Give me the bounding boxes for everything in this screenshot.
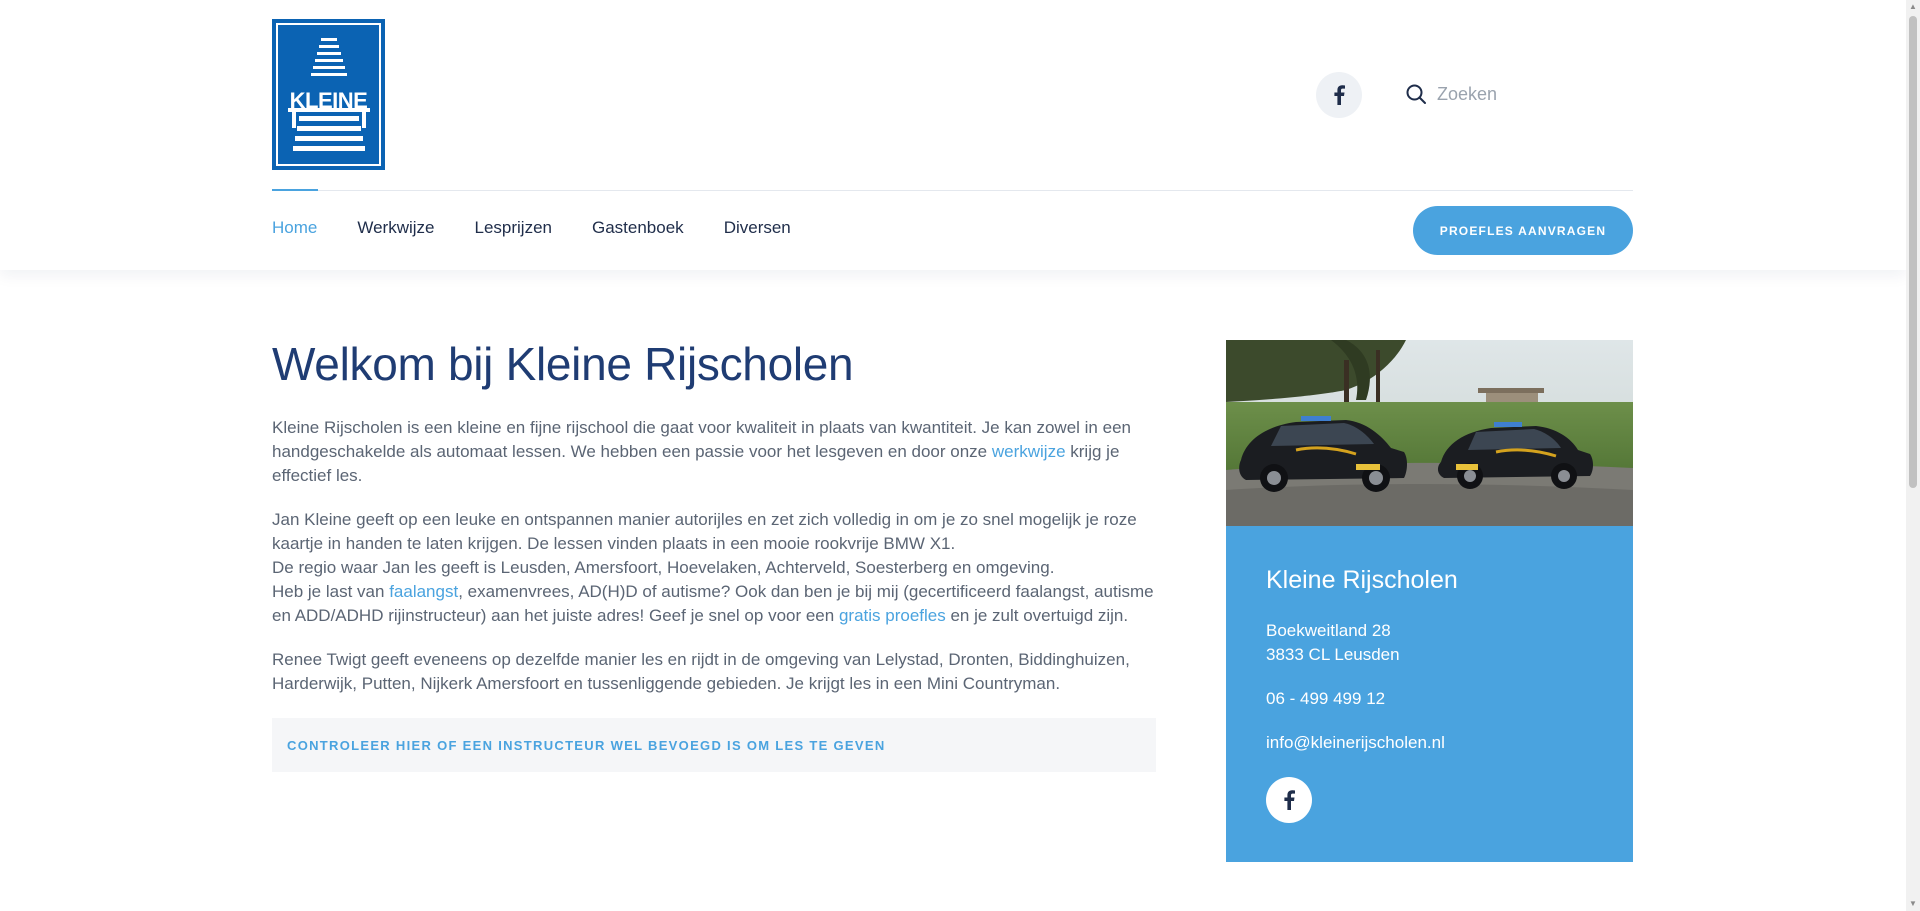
faalangst-link[interactable]: faalangst — [389, 582, 458, 601]
jan-text-line2: De regio waar Jan les geeft is Leusden, … — [272, 558, 1055, 577]
instructeur-check-link[interactable]: CONTROLEER HIER OF EEN INSTRUCTEUR WEL B… — [272, 718, 1156, 772]
nav-item-diversen[interactable]: Diversen — [724, 218, 791, 238]
proefles-aanvragen-button[interactable]: PROEFLES AANVRAGEN — [1413, 206, 1633, 255]
contact-title: Kleine Rijscholen — [1266, 566, 1458, 594]
renee-paragraph: Renee Twigt geeft eveneens op dezelfde m… — [272, 650, 1130, 693]
main-nav: Home Werkwijze Lesprijzen Gastenboek Div… — [272, 218, 791, 238]
main-content: Welkom bij Kleine Rijscholen Kleine Rijs… — [272, 336, 1158, 772]
logo-wordmark: KLEINE — [289, 88, 368, 113]
contact-sidebar: Kleine Rijscholen Boekweitland 28 3833 C… — [1226, 340, 1633, 862]
header-facebook-button[interactable] — [1316, 72, 1362, 118]
scrollbar-thumb[interactable] — [1909, 16, 1917, 488]
header-search — [1405, 80, 1637, 108]
jan-text-line3c: en je zult overtuigd zijn. — [945, 606, 1129, 625]
site-header: KLEINE Home Werkwijze Lesprijzen Gastenb… — [0, 0, 1906, 270]
driving-school-cars-photo — [1226, 340, 1633, 526]
scroll-up-arrow-icon[interactable]: ▲ — [1909, 3, 1917, 11]
contact-card: Kleine Rijscholen Boekweitland 28 3833 C… — [1226, 526, 1633, 862]
intro-paragraph: Kleine Rijscholen is een kleine en fijne… — [272, 416, 1158, 488]
jan-text-line3a: Heb je last van — [272, 582, 390, 601]
nav-item-gastenboek[interactable]: Gastenboek — [592, 218, 684, 238]
jan-text-line1: Jan Kleine geeft op een leuke en ontspan… — [272, 510, 1137, 553]
scroll-down-arrow-icon[interactable]: ▼ — [1909, 900, 1917, 908]
address-line2: 3833 CL Leusden — [1266, 645, 1400, 664]
nav-item-home[interactable]: Home — [272, 218, 317, 238]
email-link[interactable]: info@kleinerijscholen.nl — [1266, 731, 1593, 755]
nav-active-indicator — [272, 189, 318, 191]
nav-item-werkwijze[interactable]: Werkwijze — [357, 218, 434, 238]
header-divider — [272, 190, 1633, 191]
gratis-proefles-link[interactable]: gratis proefles — [839, 606, 946, 625]
search-input[interactable] — [1437, 83, 1637, 105]
facebook-icon — [1284, 790, 1295, 810]
jan-paragraph: Jan Kleine geeft op een leuke en ontspan… — [272, 508, 1158, 628]
site-logo[interactable]: KLEINE — [272, 19, 385, 170]
phone-number[interactable]: 06 - 499 499 12 — [1266, 687, 1593, 711]
search-icon[interactable] — [1405, 83, 1427, 105]
page-title: Welkom bij Kleine Rijscholen — [272, 338, 854, 390]
page-scrollbar[interactable]: ▲ ▼ — [1906, 0, 1920, 911]
nav-item-lesprijzen[interactable]: Lesprijzen — [475, 218, 553, 238]
facebook-icon — [1334, 85, 1345, 105]
werkwijze-link[interactable]: werkwijze — [992, 442, 1066, 461]
address-line1: Boekweitland 28 — [1266, 621, 1391, 640]
sidebar-facebook-button[interactable] — [1266, 777, 1312, 823]
